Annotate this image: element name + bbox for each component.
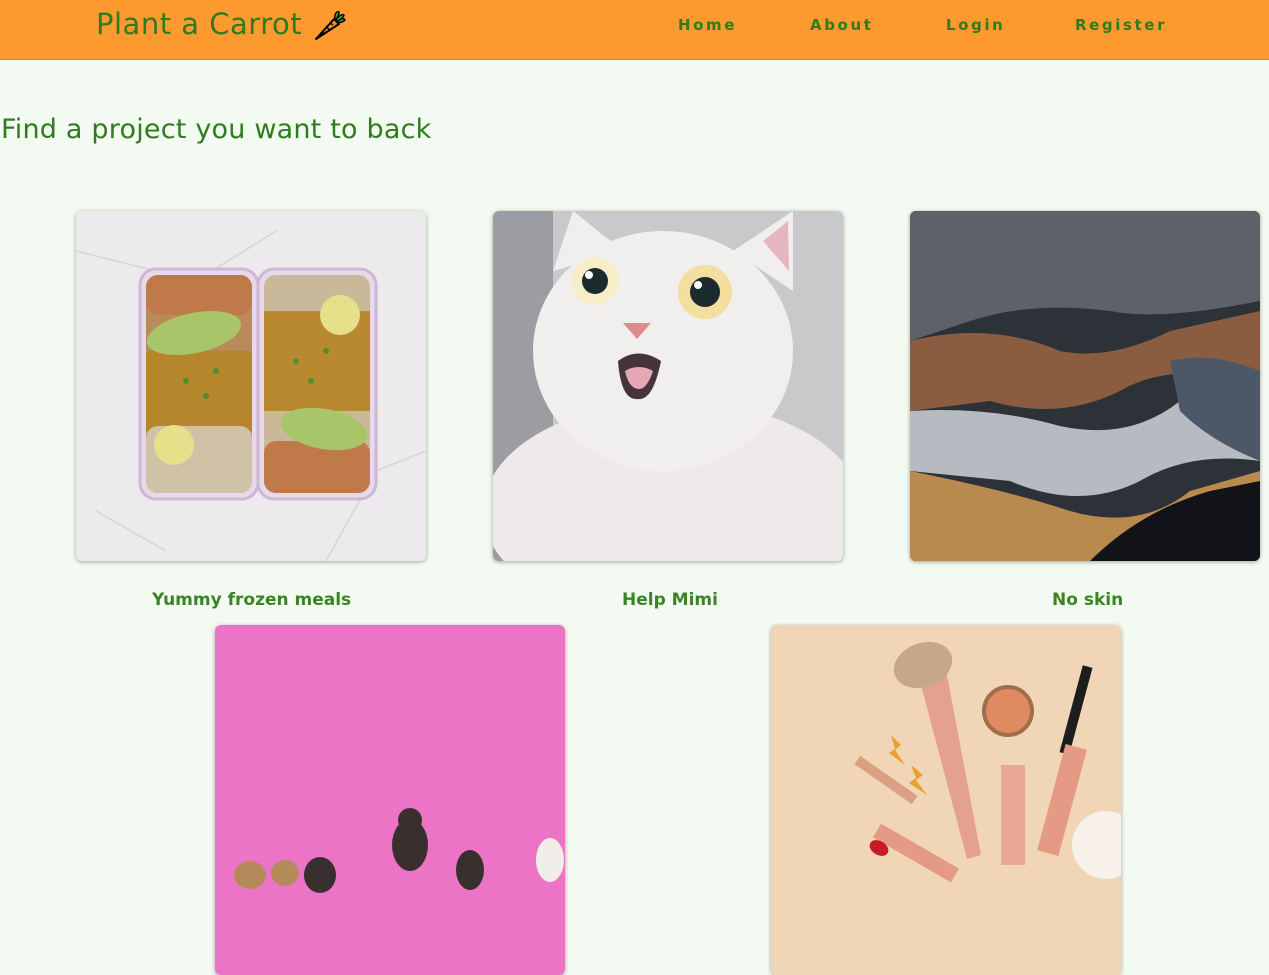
brand-link[interactable]: Plant a Carrot [96, 6, 348, 42]
cat-image [493, 211, 843, 561]
project-card-image[interactable] [910, 211, 1260, 561]
project-card-image[interactable] [493, 211, 843, 561]
project-title[interactable]: Help Mimi [622, 590, 718, 610]
navbar: Plant a Carrot Home About Login Register [0, 0, 1269, 60]
nav-home-link[interactable]: Home [678, 16, 737, 34]
leather-image [910, 211, 1260, 561]
nav-about-link[interactable]: About [810, 16, 874, 34]
meal-prep-image [76, 211, 426, 561]
nav-register-link[interactable]: Register [1075, 16, 1167, 34]
dogs-image [215, 625, 565, 975]
page-heading: Find a project you want to back [1, 114, 432, 145]
nav-login-link[interactable]: Login [946, 16, 1005, 34]
project-card-image[interactable] [771, 625, 1121, 975]
project-card-image[interactable] [76, 211, 426, 561]
makeup-image [771, 625, 1121, 975]
project-card-image[interactable] [215, 625, 565, 975]
carrot-icon [315, 11, 347, 40]
project-title[interactable]: Yummy frozen meals [152, 590, 351, 610]
brand-name: Plant a Carrot [96, 7, 303, 41]
project-title[interactable]: No skin [1052, 590, 1123, 610]
